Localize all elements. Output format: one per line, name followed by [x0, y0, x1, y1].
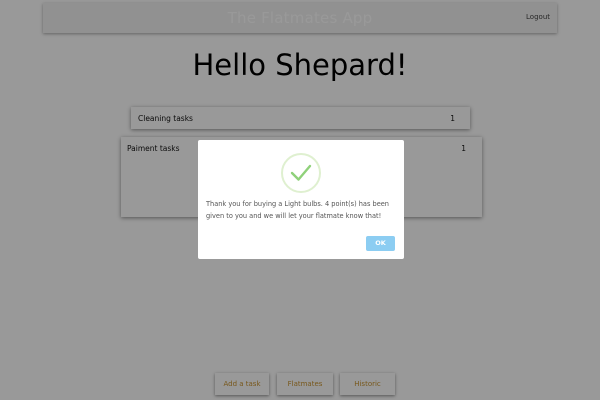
- dialog-message: Thank you for buying a Light bulbs. 4 po…: [206, 200, 389, 220]
- ok-button[interactable]: OK: [366, 236, 395, 251]
- success-dialog: Thank you for buying a Light bulbs. 4 po…: [198, 140, 404, 259]
- success-check-icon: [281, 153, 321, 193]
